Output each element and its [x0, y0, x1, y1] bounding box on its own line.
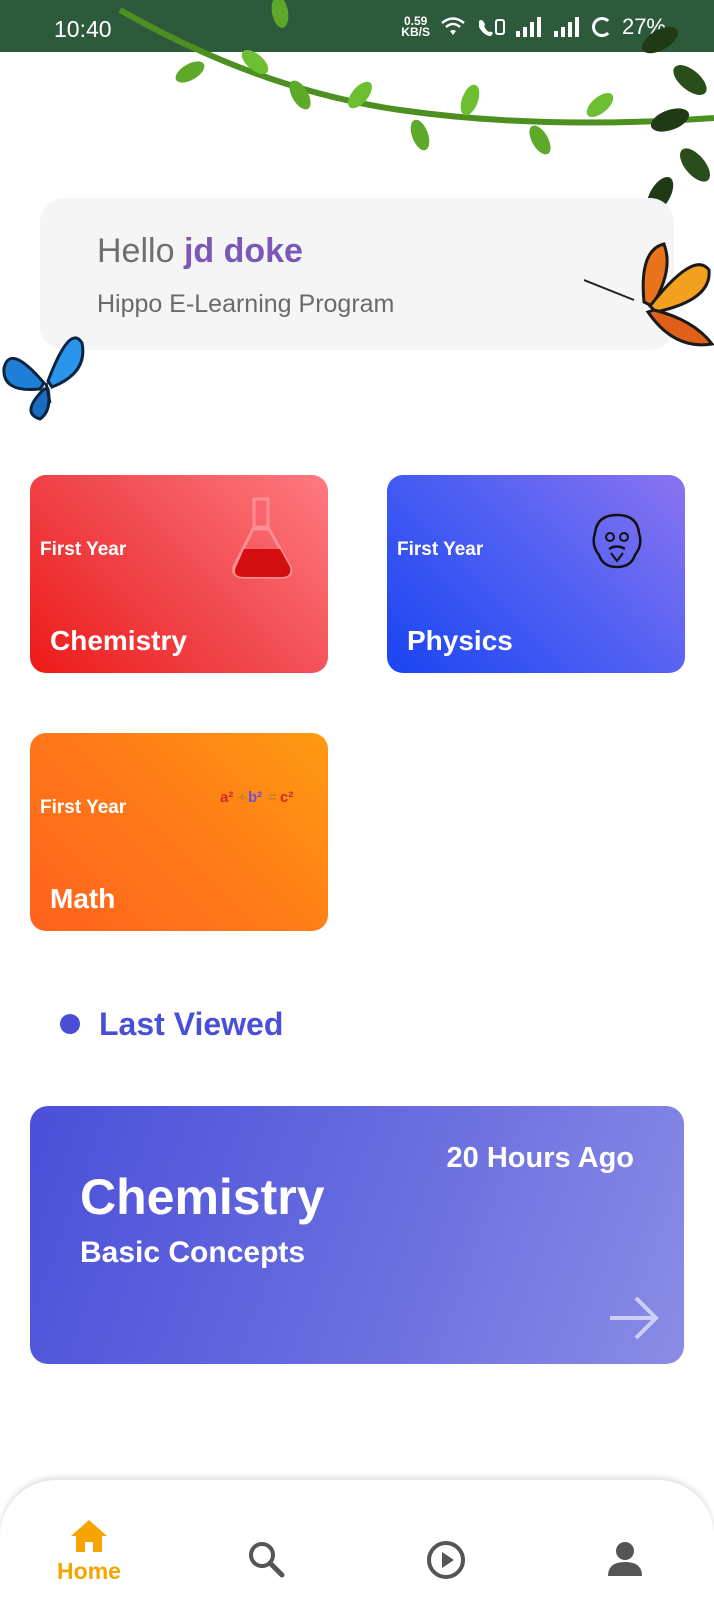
orange-butterfly-icon — [584, 242, 714, 347]
subject-card-math[interactable]: First Year Math a² + b² = c² — [30, 733, 328, 931]
last-viewed-topic: Basic Concepts — [80, 1236, 306, 1269]
card-subject-name: Chemistry — [50, 625, 187, 656]
arrow-right-icon[interactable] — [606, 1294, 662, 1342]
svg-text:c²: c² — [280, 789, 293, 806]
blue-butterfly-icon — [2, 336, 85, 421]
card-year-label: First Year — [40, 539, 127, 560]
status-time: 10:40 — [54, 16, 112, 42]
card-year-label: First Year — [40, 797, 127, 818]
search-icon — [249, 1542, 285, 1578]
user-name: jd doke — [183, 232, 303, 270]
last-viewed-heading: Last Viewed — [99, 1006, 284, 1042]
nav-home[interactable]: Home — [44, 1518, 134, 1599]
last-viewed-subject: Chemistry — [80, 1169, 325, 1225]
signal-icon-2 — [553, 17, 579, 37]
program-subtitle: Hippo E-Learning Program — [97, 290, 395, 318]
nav-profile[interactable] — [603, 1540, 647, 1599]
svg-text:a²: a² — [220, 789, 233, 806]
flask-icon — [232, 497, 293, 579]
play-circle-icon — [427, 1541, 465, 1579]
section-bullet — [60, 1014, 80, 1034]
wifi-icon — [441, 17, 465, 35]
card-year-label: First Year — [397, 539, 484, 560]
svg-text:+: + — [238, 789, 247, 806]
status-icons: 0.59 KB/S 27% — [401, 14, 666, 40]
status-bar: 10:40 0.59 KB/S 27% — [0, 0, 714, 52]
volte-call-icon — [478, 19, 505, 36]
greeting-card: Hello jd doke Hippo E-Learning Program — [40, 198, 674, 350]
subject-card-chemistry[interactable]: First Year Chemistry — [30, 475, 328, 673]
last-viewed-card[interactable]: 20 Hours Ago Chemistry Basic Concepts — [30, 1106, 684, 1364]
signal-icon-1 — [515, 17, 541, 37]
einstein-icon — [592, 513, 642, 569]
bottom-nav: Home — [0, 1480, 714, 1599]
profile-icon — [608, 1542, 642, 1576]
card-subject-name: Physics — [407, 625, 513, 656]
battery-percent: 27% — [621, 14, 666, 39]
card-subject-name: Math — [50, 883, 116, 914]
battery-icon — [591, 17, 612, 37]
svg-text:b²: b² — [248, 789, 262, 806]
subject-card-physics[interactable]: First Year Physics — [387, 475, 685, 673]
home-icon — [71, 1520, 107, 1552]
greeting-text: Hello jd doke — [97, 232, 303, 270]
pythagoras-formula-icon: a² + b² = c² — [220, 789, 293, 806]
network-speed: 0.59 KB/S — [401, 14, 430, 39]
nav-home-label: Home — [57, 1558, 121, 1584]
svg-text:=: = — [268, 789, 277, 806]
nav-videos[interactable] — [424, 1540, 468, 1599]
nav-search[interactable] — [244, 1540, 288, 1599]
last-viewed-time: 20 Hours Ago — [446, 1142, 634, 1174]
